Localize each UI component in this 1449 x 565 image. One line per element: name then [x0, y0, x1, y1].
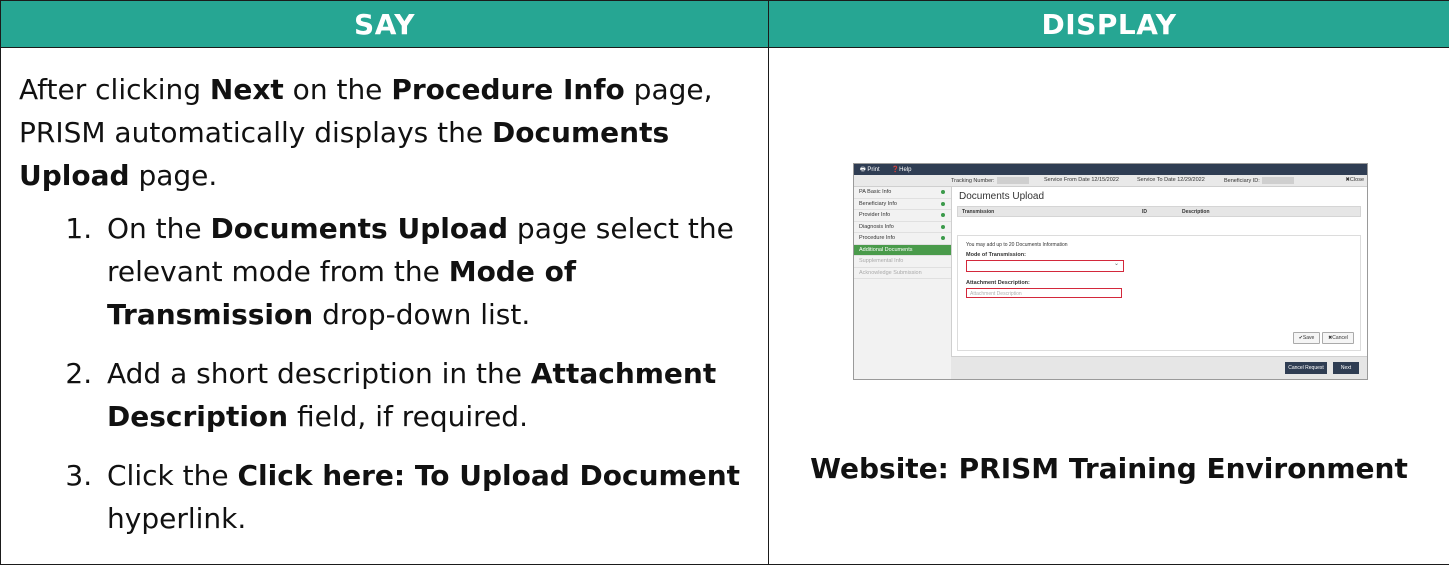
attachment-description-input[interactable]: Attachment Description: [966, 288, 1122, 298]
sidebar-item[interactable]: Procedure Info: [854, 233, 951, 245]
instruction-text: After clicking: [19, 73, 210, 106]
prism-main: Documents Upload Transmission ID Descrip…: [957, 191, 1361, 351]
sidebar-item[interactable]: Acknowledge Submission: [854, 268, 951, 279]
instruction-text: field, if required.: [288, 400, 528, 433]
sidebar-item[interactable]: Provider Info: [854, 210, 951, 222]
sidebar-item-label: Supplemental Info: [859, 258, 904, 264]
complete-icon: [941, 236, 945, 240]
prism-footer: Cancel Request Next: [951, 356, 1367, 379]
bold-term: Procedure Info: [391, 73, 625, 106]
save-button[interactable]: ✔Save: [1293, 332, 1320, 344]
prism-screenshot: 🖶 Print ❓Help Tracking Number: Service F…: [853, 163, 1368, 380]
beneficiary-id: Beneficiary ID:: [1224, 177, 1294, 184]
complete-icon: [941, 224, 945, 229]
service-from-date: Service From Date 12/15/2022: [1044, 177, 1119, 183]
bold-term: Documents Upload: [210, 212, 509, 245]
say-cell: After clicking Next on the Procedure Inf…: [0, 47, 769, 565]
display-cell: 🖶 Print ❓Help Tracking Number: Service F…: [768, 47, 1449, 565]
sidebar-item[interactable]: Additional Documents: [854, 244, 951, 256]
say-header: SAY: [0, 0, 769, 48]
help-link[interactable]: ❓Help: [892, 166, 918, 173]
say-steps: On the Documents Upload page select the …: [19, 207, 750, 540]
display-header: DISPLAY: [768, 0, 1449, 48]
display-caption: Website: PRISM Training Environment: [810, 452, 1408, 485]
sidebar-item-label: Acknowledge Submission: [859, 269, 922, 276]
sidebar-item-label: Procedure Info: [859, 235, 896, 241]
documents-grid-header: Transmission ID Description: [957, 206, 1361, 217]
sidebar-item-label: Beneficiary Info: [859, 200, 897, 207]
documents-form: You may add up to 20 Documents Informati…: [957, 235, 1361, 351]
say-display-table: SAY DISPLAY After clicking Next on the P…: [0, 0, 1449, 565]
sidebar-item[interactable]: Beneficiary Info: [854, 199, 951, 210]
tracking-number: Tracking Number:: [951, 177, 1029, 184]
bold-term: Next: [209, 73, 284, 106]
mode-of-transmission-select[interactable]: [966, 260, 1124, 272]
cancel-request-button[interactable]: Cancel Request: [1285, 362, 1327, 374]
prism-topbar: 🖶 Print ❓Help: [854, 164, 1367, 175]
instruction-text: On the: [107, 212, 211, 245]
sidebar-item-label: Diagnosis Info: [859, 223, 894, 230]
step-item: On the Documents Upload page select the …: [101, 207, 750, 336]
tracking-bar: Tracking Number: Service From Date 12/15…: [854, 175, 1367, 187]
mode-of-transmission-label: Mode of Transmission:: [966, 252, 1026, 258]
sidebar-item-label: Additional Documents: [859, 246, 913, 253]
print-link[interactable]: 🖶 Print: [860, 165, 886, 175]
instruction-text: on the: [283, 73, 392, 106]
step-item: Click the Click here: To Upload Document…: [101, 454, 750, 540]
prism-sidebar: PA Basic Info Beneficiary Info Provider In…: [854, 187, 952, 379]
grid-col-description: Description: [1182, 208, 1210, 215]
bold-term: Click here: To Upload Document: [237, 459, 741, 492]
say-intro: After clicking Next on the Procedure Inf…: [19, 68, 750, 197]
sidebar-item[interactable]: Diagnosis Info: [854, 222, 951, 233]
sidebar-item[interactable]: PA Basic Info: [854, 187, 951, 199]
sidebar-item[interactable]: Supplemental Info: [854, 256, 951, 268]
grid-col-id: ID: [1142, 208, 1147, 215]
documents-upload-title: Documents Upload: [959, 191, 1045, 202]
limit-hint: You may add up to 20 Documents Informati…: [966, 242, 1068, 248]
instruction-text: hyperlink.: [107, 502, 247, 535]
complete-icon: [941, 213, 945, 217]
instruction-text: Click the: [107, 459, 238, 492]
instruction-text: Add a short description in the: [107, 357, 531, 390]
service-to-date: Service To Date 12/29/2022: [1137, 177, 1205, 183]
sidebar-item-label: Provider Info: [859, 212, 891, 218]
next-button[interactable]: Next: [1333, 362, 1359, 374]
complete-icon: [941, 190, 945, 194]
close-button[interactable]: ✖Close: [1345, 177, 1364, 183]
complete-icon: [941, 201, 945, 206]
grid-col-transmission: Transmission: [962, 208, 995, 215]
step-item: Add a short description in the Attachmen…: [101, 352, 750, 438]
cancel-button[interactable]: ✖Cancel: [1322, 332, 1354, 344]
sidebar-item-label: PA Basic Info: [859, 189, 892, 195]
instruction-text: page.: [129, 159, 218, 192]
instruction-text: drop-down list.: [313, 298, 531, 331]
attachment-description-label: Attachment Description:: [966, 280, 1030, 286]
